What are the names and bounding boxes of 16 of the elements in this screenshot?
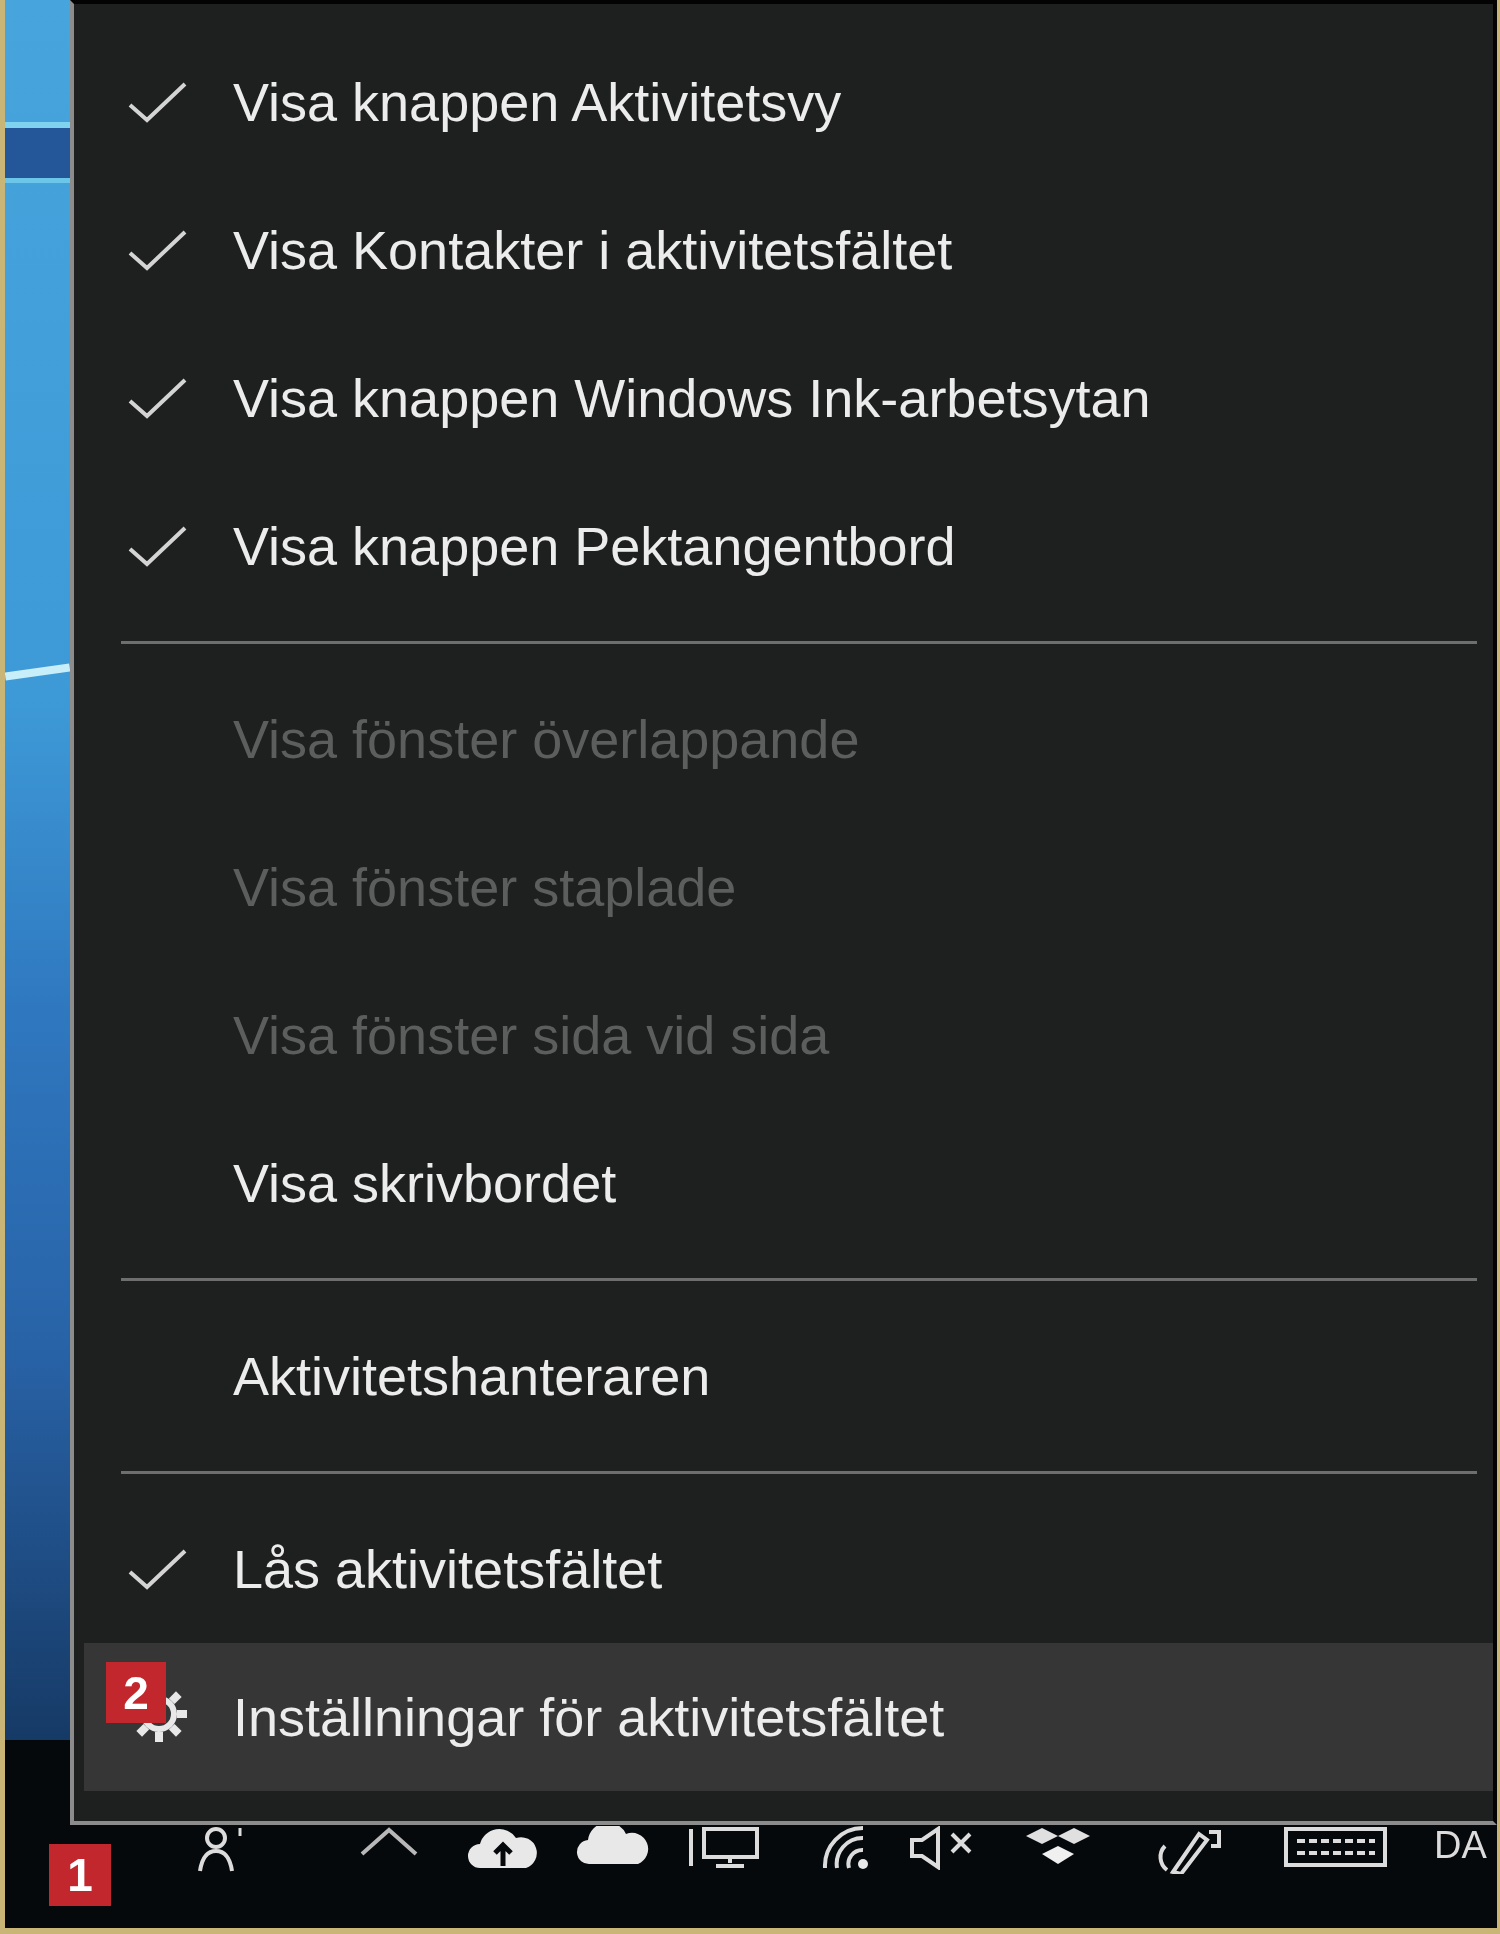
menu-item[interactable]: Visa Kontakter i aktivitetsfältet (84, 176, 1493, 324)
menu-item[interactable]: Aktivitetshanteraren (84, 1302, 1493, 1450)
callout-badge: 2 (106, 1662, 166, 1723)
callout-badge: 1 (49, 1844, 111, 1906)
menu-item[interactable]: Visa knappen Windows Ink-arbetsytan (84, 324, 1493, 472)
keyboard-icon[interactable] (1283, 1826, 1388, 1868)
monitor-icon[interactable] (688, 1826, 760, 1870)
menu-item[interactable]: Visa knappen Aktivitetsvy (84, 28, 1493, 176)
cloud-upload-icon[interactable] (466, 1826, 540, 1870)
language-indicator[interactable]: DA (1434, 1826, 1487, 1864)
menu-item[interactable]: Lås aktivitetsfältet (84, 1495, 1493, 1643)
menu-item[interactable]: 2 Inställningar för aktivitetsfältet (84, 1643, 1493, 1791)
caret-up-icon[interactable] (358, 1826, 420, 1856)
menu-item[interactable]: Visa skrivbordet (84, 1109, 1493, 1257)
cloud-icon[interactable] (576, 1826, 651, 1866)
menu-item[interactable]: Visa knappen Pektangentbord (84, 472, 1493, 620)
